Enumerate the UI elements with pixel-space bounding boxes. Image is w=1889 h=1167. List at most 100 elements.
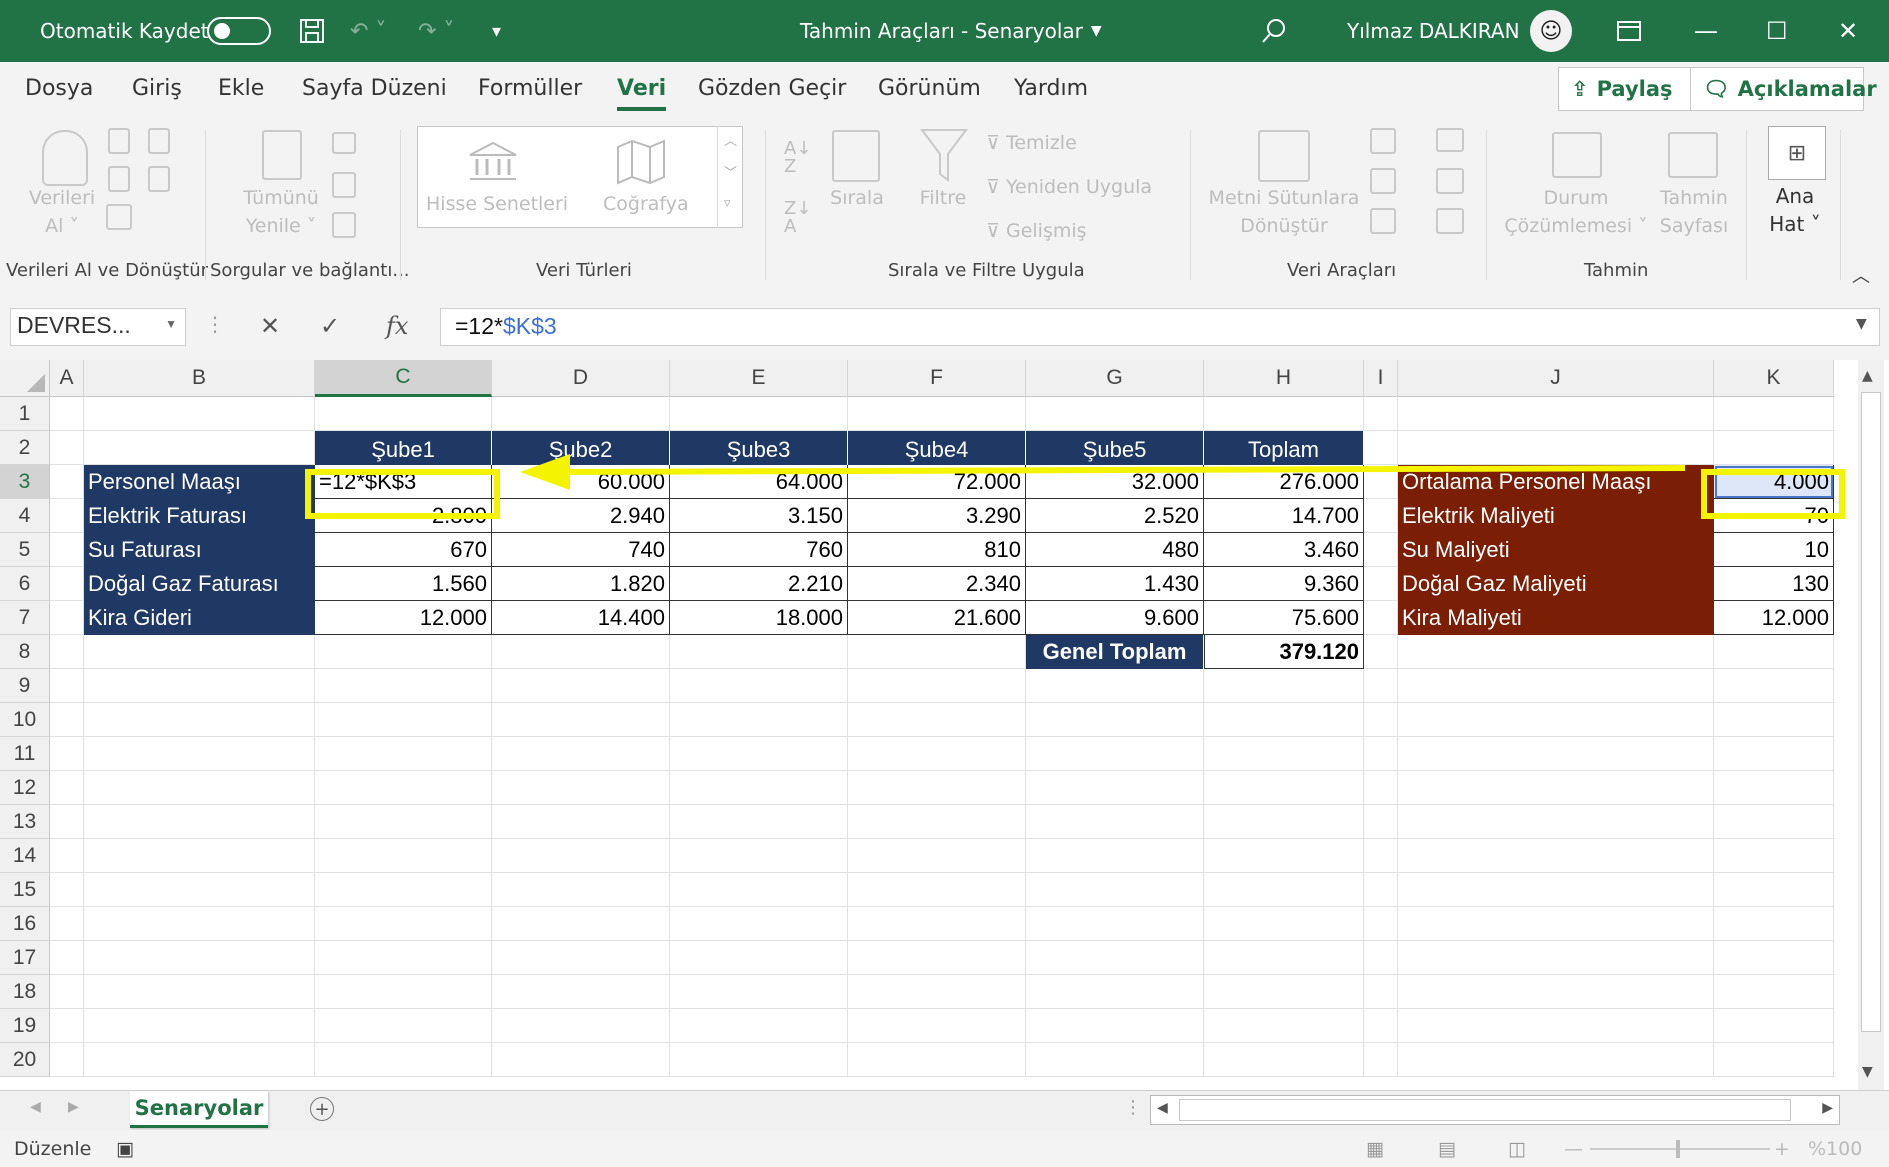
- row-header-19[interactable]: 19: [0, 1009, 50, 1043]
- tab-gorunum[interactable]: Görünüm: [878, 76, 981, 101]
- filter-button[interactable]: Filtre: [908, 184, 978, 212]
- redo-icon[interactable]: ↷ ˅: [418, 0, 454, 62]
- from-web-icon[interactable]: [108, 166, 130, 192]
- sort-desc-icon[interactable]: Z↓ A: [784, 200, 811, 236]
- zoom-level[interactable]: %100: [1808, 1138, 1862, 1160]
- advanced-button[interactable]: ⊽ Gelişmiş: [986, 220, 1087, 242]
- outline-button[interactable]: ⊞ Ana Hat ˅: [1760, 120, 1830, 260]
- recent-sources-icon[interactable]: [148, 128, 170, 154]
- add-sheet-icon[interactable]: +: [310, 1097, 334, 1121]
- tab-veri[interactable]: Veri: [617, 76, 667, 111]
- avatar[interactable]: ☺: [1530, 0, 1572, 62]
- row-header-15[interactable]: 15: [0, 873, 50, 907]
- search-icon[interactable]: [1260, 0, 1288, 62]
- scroll-left-icon[interactable]: ◀: [30, 1099, 41, 1115]
- text-to-columns-icon: [1258, 130, 1310, 182]
- tab-gozden-gecir[interactable]: Gözden Geçir: [698, 76, 846, 101]
- from-text-icon[interactable]: [108, 128, 130, 154]
- sort-button[interactable]: Sırala: [822, 184, 892, 212]
- row-header-16[interactable]: 16: [0, 907, 50, 941]
- data-types-gallery: Hisse Senetleri Coğrafya: [417, 126, 743, 228]
- properties-icon[interactable]: [332, 172, 356, 198]
- reapply-icon: ⊽: [986, 176, 1000, 198]
- row-header-10[interactable]: 10: [0, 703, 50, 737]
- from-table-icon[interactable]: [106, 204, 132, 230]
- existing-connections-icon[interactable]: [148, 166, 170, 192]
- get-data-button[interactable]: Verileri Al ˅: [22, 184, 102, 240]
- document-title[interactable]: Tahmin Araçları - Senaryolar ▼: [800, 0, 1102, 62]
- tab-sayfa-duzeni[interactable]: Sayfa Düzeni: [302, 76, 447, 101]
- page-layout-icon[interactable]: ▤: [1438, 1138, 1456, 1160]
- edit-links-icon[interactable]: [332, 212, 356, 238]
- tab-giris[interactable]: Giriş: [132, 76, 182, 101]
- clear-button[interactable]: ⊽ Temizle: [986, 132, 1077, 154]
- tab-ekle[interactable]: Ekle: [218, 76, 264, 101]
- row-header-17[interactable]: 17: [0, 941, 50, 975]
- text-to-columns-button[interactable]: Metni Sütunlara Dönüştür: [1208, 184, 1360, 240]
- queries-connections-icon[interactable]: [332, 132, 356, 154]
- zoom-slider[interactable]: [1590, 1140, 1770, 1158]
- forecast-sheet-button[interactable]: Tahmin Sayfası: [1650, 184, 1738, 240]
- horizontal-scrollbar[interactable]: ◀ ▶: [1150, 1095, 1840, 1125]
- sheet-tab-senaryolar[interactable]: Senaryolar: [130, 1091, 268, 1128]
- formula-input[interactable]: =12*$K$3: [440, 308, 1880, 346]
- map-icon: [616, 139, 666, 189]
- name-box[interactable]: DEVRES... ▼: [10, 308, 186, 346]
- relationships-icon[interactable]: [1436, 168, 1464, 194]
- row-header-14[interactable]: 14: [0, 839, 50, 873]
- close-icon[interactable]: ✕: [1838, 0, 1858, 62]
- row-header-11[interactable]: 11: [0, 737, 50, 771]
- what-if-button[interactable]: Durum Çözümlemesi ˅: [1496, 184, 1656, 240]
- geography-button[interactable]: Coğrafya: [603, 193, 689, 215]
- row-header-18[interactable]: 18: [0, 975, 50, 1009]
- ribbon: Verileri Al ˅ Verileri Al ve Dönüştür Tüm…: [0, 120, 1889, 289]
- reapply-button[interactable]: ⊽ Yeniden Uygula: [986, 176, 1152, 198]
- what-if-icon: [1552, 132, 1602, 178]
- gallery-scroll[interactable]: ︿ ﹀ ▿: [717, 126, 744, 228]
- minimize-icon[interactable]: —: [1694, 0, 1718, 62]
- maximize-icon[interactable]: ☐: [1766, 0, 1788, 62]
- zoom-out-icon[interactable]: —: [1564, 1138, 1583, 1160]
- vertical-scrollbar[interactable]: ▲ ▼: [1858, 360, 1884, 1090]
- row-header-13[interactable]: 13: [0, 805, 50, 839]
- ribbon-display-icon[interactable]: [1616, 0, 1642, 62]
- comments-button[interactable]: 🗨 Açıklamalar: [1690, 67, 1877, 111]
- save-icon[interactable]: [298, 0, 326, 62]
- enter-icon[interactable]: ✓: [320, 312, 340, 340]
- undo-icon[interactable]: ↶ ˅: [350, 0, 386, 62]
- remove-duplicates-icon[interactable]: [1370, 168, 1396, 194]
- data-validation-icon[interactable]: [1370, 208, 1396, 234]
- user-name[interactable]: Yılmaz DALKIRAN: [1347, 0, 1520, 62]
- collapse-ribbon-icon[interactable]: ︿: [1852, 262, 1870, 288]
- bank-icon: [468, 141, 518, 187]
- customize-qat-icon[interactable]: ▾: [492, 0, 501, 62]
- tab-dosya[interactable]: Dosya: [25, 76, 93, 101]
- refresh-all-button[interactable]: Tümünü Yenile ˅: [236, 184, 326, 240]
- normal-view-icon[interactable]: ▦: [1366, 1138, 1384, 1160]
- macro-record-icon[interactable]: ▣: [116, 1138, 134, 1160]
- refresh-all-icon: [262, 130, 302, 180]
- data-model-icon[interactable]: [1436, 208, 1464, 234]
- tab-formuller[interactable]: Formüller: [478, 76, 582, 101]
- title-bar: Otomatik Kaydet ↶ ˅ ↷ ˅ ▾ Tahmin Araçlar…: [0, 0, 1889, 62]
- row-header-9[interactable]: 9: [0, 669, 50, 703]
- scroll-right-icon[interactable]: ▶: [68, 1099, 79, 1115]
- consolidate-icon[interactable]: [1436, 128, 1464, 152]
- row-header-12[interactable]: 12: [0, 771, 50, 805]
- row-header-20[interactable]: 20: [0, 1043, 50, 1077]
- flash-fill-icon[interactable]: [1370, 128, 1396, 154]
- insert-function-icon[interactable]: fx: [386, 312, 408, 340]
- autosave-toggle[interactable]: [207, 0, 271, 62]
- expand-formula-icon[interactable]: ▼: [1856, 316, 1867, 332]
- comment-icon: 🗨: [1703, 76, 1730, 101]
- group-label-forecast: Tahmin: [1584, 260, 1649, 281]
- tab-yardim[interactable]: Yardım: [1014, 76, 1088, 101]
- split-handle-icon[interactable]: ⋮: [1124, 1097, 1142, 1118]
- group-label-sort-filter: Sırala ve Filtre Uygula: [888, 260, 1085, 281]
- sort-asc-icon[interactable]: A↓ Z: [784, 140, 811, 176]
- stocks-button[interactable]: Hisse Senetleri: [426, 193, 568, 215]
- cancel-icon[interactable]: ✕: [260, 312, 280, 340]
- page-break-icon[interactable]: ◫: [1508, 1138, 1526, 1160]
- zoom-in-icon[interactable]: +: [1774, 1138, 1790, 1160]
- autosave-label: Otomatik Kaydet: [40, 19, 209, 43]
